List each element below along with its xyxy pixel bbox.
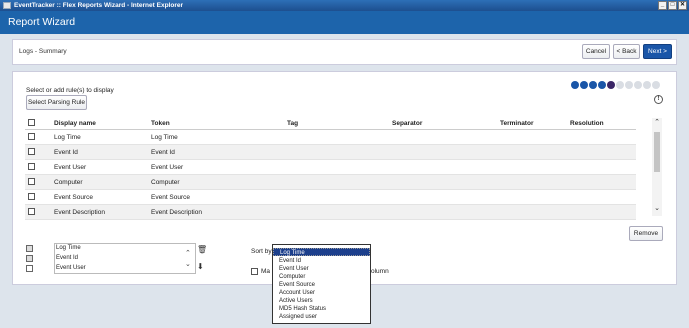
display-name-cell: Computer <box>54 179 83 186</box>
row-checkbox[interactable] <box>28 178 35 185</box>
map-label-end: olumn <box>371 268 389 275</box>
maximize-button[interactable]: □ <box>668 1 677 10</box>
wizard-header: Report Wizard <box>0 11 689 34</box>
wizard-title: Report Wizard <box>8 16 76 28</box>
app-icon <box>3 2 11 9</box>
dropdown-option-selected[interactable]: Log Time <box>273 248 370 256</box>
dropdown-option[interactable]: Account User <box>273 289 370 297</box>
column-header: Separator <box>392 120 423 127</box>
list-item[interactable]: Event Id <box>24 254 172 264</box>
wizard-progress <box>571 81 660 89</box>
token-cell: Event Id <box>151 149 175 156</box>
progress-step-dot <box>580 81 588 89</box>
progress-step-dot <box>607 81 615 89</box>
display-name-cell: Log Time <box>54 134 81 141</box>
progress-step-dot <box>652 81 660 89</box>
dropdown-option[interactable]: Computer <box>273 273 370 281</box>
display-name-cell: Event Id <box>54 149 78 156</box>
sort-by-dropdown[interactable]: Log Time Event Id Event User Computer Ev… <box>272 244 371 324</box>
column-header: Token <box>151 120 170 127</box>
table-row[interactable]: Computer Computer <box>25 175 636 190</box>
info-icon[interactable]: ! <box>654 95 663 104</box>
window-controls: _ □ ✕ <box>658 1 687 10</box>
cancel-button[interactable]: Cancel <box>582 44 610 59</box>
column-header: Tag <box>287 120 299 127</box>
progress-step-dot <box>634 81 642 89</box>
list-item-label: Event Id <box>56 255 79 261</box>
dropdown-option[interactable]: Event Id <box>273 257 370 265</box>
select-all-checkbox[interactable] <box>28 119 35 126</box>
column-header: Terminator <box>500 120 534 127</box>
row-checkbox[interactable] <box>28 193 35 200</box>
chevron-down-icon[interactable]: ⌄ <box>652 204 662 214</box>
table-row[interactable]: Event Source Event Source <box>25 190 636 205</box>
token-cell: Log Time <box>151 134 178 141</box>
step-panel: Logs - Summary <box>12 39 677 65</box>
dropdown-option[interactable]: Event Source <box>273 281 370 289</box>
list-item-label: Event User <box>56 265 86 271</box>
scrollbar-thumb[interactable] <box>654 132 660 172</box>
token-cell: Computer <box>151 179 180 186</box>
list-item[interactable]: Log Time <box>24 244 172 254</box>
selected-columns-list: Log Time Event Id Event User ⌃ ⌄ 🗑 ⬇ <box>24 243 207 274</box>
token-cell: Event User <box>151 164 184 171</box>
column-header: Display name <box>54 120 96 127</box>
token-cell: Event Source <box>151 194 191 201</box>
row-checkbox[interactable] <box>28 163 35 170</box>
window-titlebar: EventTracker :: Flex Reports Wizard - In… <box>0 0 689 11</box>
chevron-up-icon[interactable]: ⌃ <box>652 118 662 128</box>
close-button[interactable]: ✕ <box>678 1 687 10</box>
window-title: EventTracker :: Flex Reports Wizard - In… <box>14 2 183 9</box>
list-item-checkbox[interactable] <box>26 265 33 272</box>
instruction-text: Select or add rule(s) to display <box>26 87 114 94</box>
remove-button[interactable]: Remove <box>629 226 663 241</box>
map-checkbox[interactable] <box>251 268 258 275</box>
progress-step-dot <box>616 81 624 89</box>
select-parsing-rule-button[interactable]: Select Parsing Rule <box>26 95 87 110</box>
dropdown-option[interactable]: Event User <box>273 265 370 273</box>
list-item-label: Log Time <box>56 245 81 251</box>
back-button[interactable]: < Back <box>613 44 640 59</box>
list-item-checkbox[interactable] <box>26 245 33 252</box>
progress-step-dot <box>643 81 651 89</box>
list-item-checkbox[interactable] <box>26 255 33 262</box>
display-name-cell: Event Description <box>54 209 105 216</box>
dropdown-option[interactable]: MD5 Hash Status <box>273 305 370 313</box>
arrow-down-icon[interactable]: ⬇ <box>197 262 204 271</box>
dropdown-option[interactable]: Active Users <box>273 297 370 305</box>
list-item[interactable]: Event User <box>24 264 172 274</box>
step-title: Logs - Summary <box>19 48 67 55</box>
progress-step-dot <box>625 81 633 89</box>
rules-grid: Display name Token Tag Separator Termina… <box>25 116 636 220</box>
map-label: Ma <box>261 268 271 275</box>
row-checkbox[interactable] <box>28 208 35 215</box>
table-row[interactable]: Event Id Event Id <box>25 145 636 160</box>
dropdown-option[interactable]: Assigned user <box>273 313 370 321</box>
chevron-down-icon[interactable]: ⌄ <box>185 260 191 268</box>
sort-by-label: Sort by <box>251 248 272 255</box>
minimize-button[interactable]: _ <box>658 1 667 10</box>
table-row[interactable]: Event User Event User <box>25 160 636 175</box>
row-checkbox[interactable] <box>28 133 35 140</box>
progress-step-dot <box>598 81 606 89</box>
grid-header: Display name Token Tag Separator Termina… <box>25 116 636 130</box>
progress-step-dot <box>589 81 597 89</box>
display-name-cell: Event User <box>54 164 87 171</box>
next-button[interactable]: Next > <box>643 44 672 59</box>
chevron-up-icon[interactable]: ⌃ <box>185 249 191 257</box>
column-header: Resolution <box>570 120 604 127</box>
grid-scrollbar[interactable]: ⌃ ⌄ <box>652 118 662 216</box>
progress-step-dot <box>571 81 579 89</box>
trash-icon[interactable]: 🗑 <box>197 245 207 254</box>
display-name-cell: Event Source <box>54 194 94 201</box>
token-cell: Event Description <box>151 209 202 216</box>
row-checkbox[interactable] <box>28 148 35 155</box>
table-row[interactable]: Event Description Event Description <box>25 205 636 220</box>
table-row[interactable]: Log Time Log Time <box>25 130 636 145</box>
